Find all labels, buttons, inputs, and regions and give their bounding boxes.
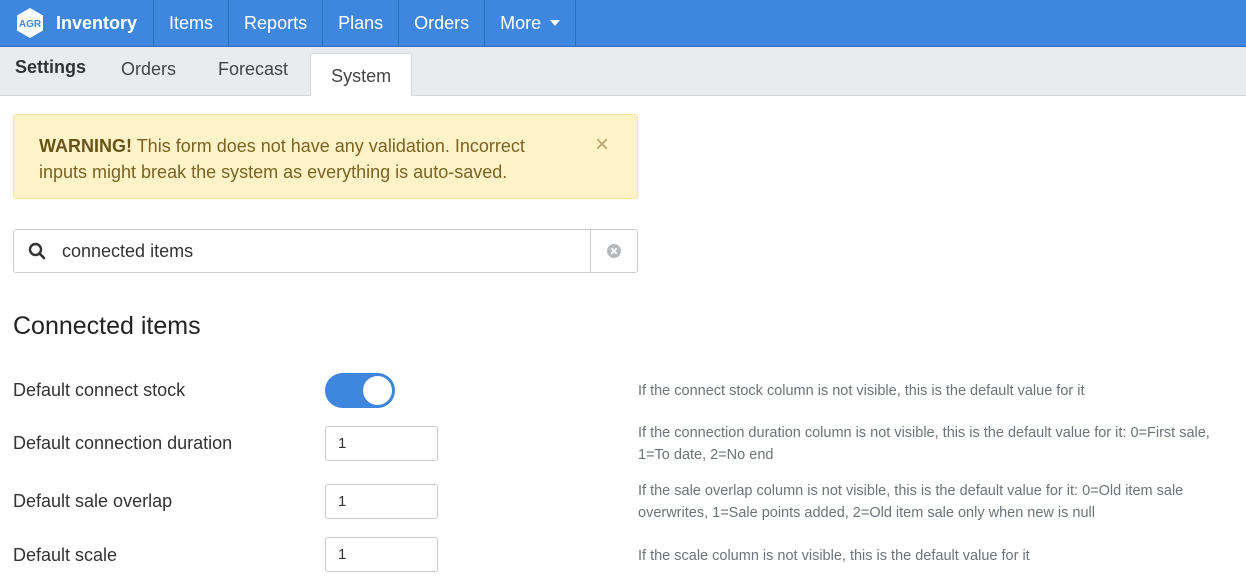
row-label-connect-stock: Default connect stock <box>13 380 186 400</box>
row-label-sale-overlap: Default sale overlap <box>13 491 173 511</box>
tab-system[interactable]: System <box>310 53 413 96</box>
settings-subnav: Settings Orders Forecast System <box>0 47 1246 96</box>
brand-name: Inventory <box>56 12 138 33</box>
row-desc-sale-overlap: If the sale overlap column is not visibl… <box>638 483 1184 521</box>
row-label-connection-duration: Default connection duration <box>13 433 233 453</box>
row-desc-connect-stock: If the connect stock column is not visib… <box>638 383 1085 399</box>
subnav-title: Settings <box>15 57 87 77</box>
scale-input[interactable] <box>325 537 438 572</box>
svg-text:AGR: AGR <box>19 19 42 30</box>
nav-plans[interactable]: Plans <box>323 0 400 46</box>
alert-strong: WARNING! <box>39 136 132 156</box>
close-icon[interactable]: × <box>595 133 609 157</box>
top-navbar: AGR Inventory Items Reports Plans Orders… <box>0 0 1246 47</box>
brand[interactable]: AGR Inventory <box>0 0 155 46</box>
row-desc-scale: If the scale column is not visible, this… <box>638 548 1030 564</box>
row-desc-connection-duration: If the connection duration column is not… <box>638 425 1210 463</box>
nav-more-dropdown[interactable]: More <box>485 0 577 46</box>
sale-overlap-input[interactable] <box>325 484 438 519</box>
search-input[interactable] <box>60 230 590 272</box>
connection-duration-input[interactable] <box>325 426 438 461</box>
search-icon <box>14 242 60 260</box>
tab-orders[interactable]: Orders <box>100 59 197 95</box>
warning-alert: WARNING! This form does not have any val… <box>13 114 638 199</box>
connect-stock-toggle[interactable] <box>325 373 395 408</box>
toggle-knob <box>363 376 392 405</box>
tab-forecast[interactable]: Forecast <box>197 59 309 95</box>
row-label-scale: Default scale <box>13 545 118 565</box>
clear-search-button[interactable] <box>590 230 637 272</box>
clear-icon <box>607 244 621 258</box>
agr-logo-icon: AGR <box>17 8 43 38</box>
nav-orders[interactable]: Orders <box>399 0 486 46</box>
settings-search <box>13 229 638 273</box>
nav-reports[interactable]: Reports <box>229 0 324 46</box>
caret-down-icon <box>550 20 561 26</box>
section-title: Connected items <box>13 312 201 340</box>
nav-items[interactable]: Items <box>154 0 230 46</box>
